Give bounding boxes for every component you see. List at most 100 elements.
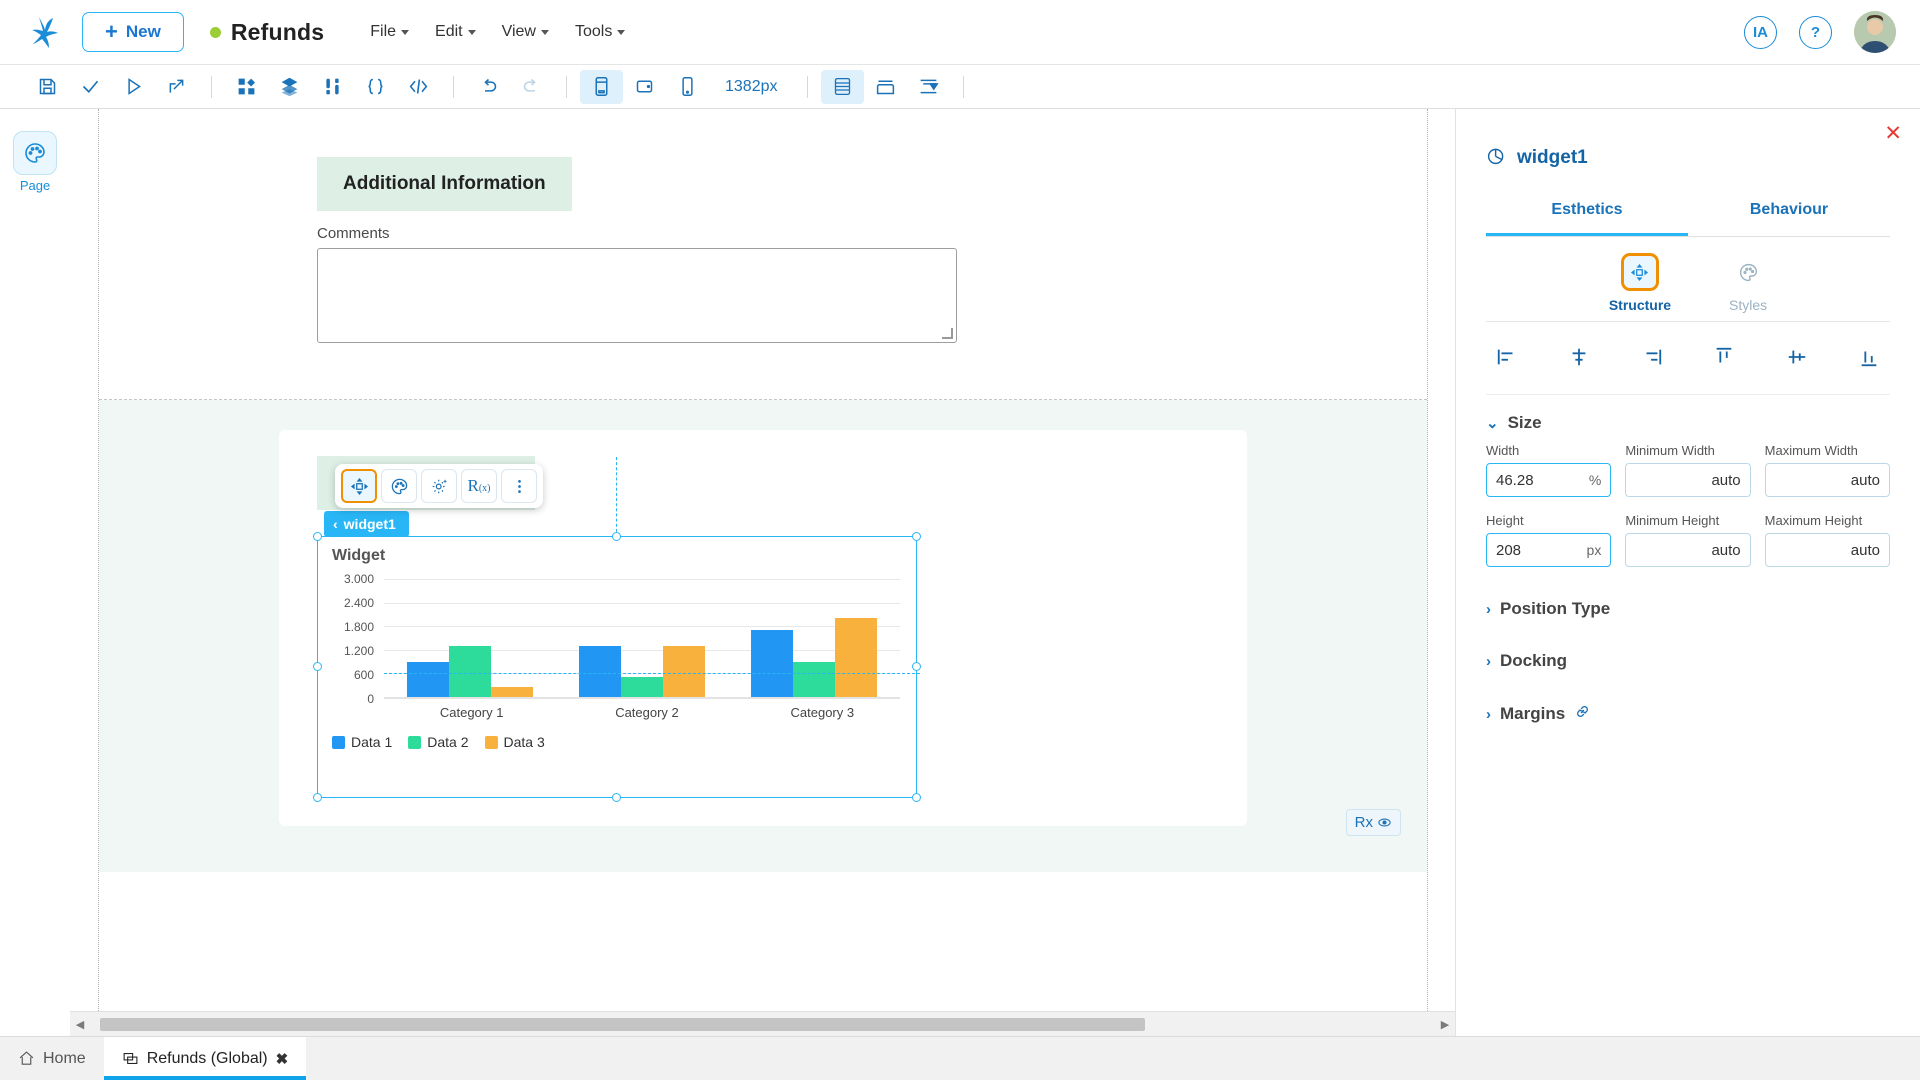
chart-legend-item[interactable]: Data 3 [485, 734, 545, 750]
palette-icon [1729, 253, 1767, 291]
chart-bar-group [728, 579, 900, 697]
resize-handle-top-left[interactable] [313, 532, 322, 541]
scrollbar-track[interactable] [90, 1018, 1435, 1031]
desktop-icon[interactable] [580, 70, 623, 104]
max-width-input[interactable]: auto [1765, 463, 1890, 497]
height-input[interactable]: 208 px [1486, 533, 1611, 567]
chart-y-tick: 1.200 [344, 644, 374, 658]
export-icon[interactable] [155, 70, 198, 104]
align-top-icon[interactable] [1707, 342, 1741, 372]
resize-handle-bottom-right[interactable] [912, 793, 921, 802]
legend-swatch [332, 736, 345, 749]
page-container: Additional Information Comments Spending… [98, 109, 1428, 1011]
chart-bar[interactable] [621, 677, 663, 697]
legend-label: Data 1 [351, 734, 392, 750]
align-right-icon[interactable] [1635, 342, 1669, 372]
chart-bar[interactable] [663, 646, 705, 697]
menu-view[interactable]: View [502, 23, 549, 41]
horizontal-scrollbar[interactable]: ◀ ▶ [70, 1011, 1455, 1036]
widget-selection-box[interactable]: ‹ widget1 [317, 536, 917, 798]
structure-icon[interactable] [341, 469, 377, 503]
resize-handle-middle-left[interactable] [313, 662, 322, 671]
code-icon[interactable] [397, 70, 440, 104]
chart-legend-item[interactable]: Data 2 [408, 734, 468, 750]
application-window: + New Refunds File Edit View Tools [0, 0, 1920, 1080]
scroll-right-arrow[interactable]: ▶ [1435, 1018, 1455, 1031]
close-icon[interactable]: ✖ [276, 1050, 289, 1068]
mode-structure[interactable]: Structure [1609, 253, 1671, 313]
align-left-icon[interactable] [1490, 342, 1524, 372]
widget-name-chip[interactable]: ‹ widget1 [324, 511, 409, 537]
new-button[interactable]: + New [82, 12, 184, 52]
sidebar-item-page-label: Page [20, 178, 50, 193]
accordion-docking[interactable]: › Docking [1486, 635, 1890, 687]
components-icon[interactable] [225, 70, 268, 104]
chart-bar[interactable] [491, 687, 533, 697]
comments-textarea[interactable] [317, 248, 957, 343]
avatar[interactable] [1854, 11, 1896, 53]
rx-badge[interactable]: Rx [1346, 809, 1401, 836]
scrollbar-thumb[interactable] [100, 1018, 1145, 1031]
more-vertical-icon[interactable] [501, 469, 537, 503]
accordion-size[interactable]: ⌄ Size [1486, 395, 1890, 443]
align-middle-vertical-icon[interactable] [1780, 342, 1814, 372]
settings-sparkle-icon[interactable] [421, 469, 457, 503]
rx-formula-icon[interactable]: R(x) [461, 469, 497, 503]
accordion-margins[interactable]: › Margins [1486, 687, 1890, 741]
quasar-logo-icon[interactable] [24, 10, 68, 54]
chart-bar-groups [384, 579, 900, 697]
align-bottom-icon[interactable] [1852, 342, 1886, 372]
chart-bar[interactable] [407, 662, 449, 697]
scroll-left-arrow[interactable]: ◀ [70, 1018, 90, 1031]
help-button[interactable]: ? [1799, 16, 1832, 49]
chart-bar[interactable] [835, 618, 877, 697]
menu-edit[interactable]: Edit [435, 23, 476, 41]
bottom-tab-home[interactable]: Home [0, 1037, 104, 1080]
chart-bar[interactable] [449, 646, 491, 697]
chart-bar[interactable] [751, 630, 793, 697]
tab-esthetics[interactable]: Esthetics [1486, 187, 1688, 236]
chart-bar[interactable] [793, 662, 835, 697]
align-center-horizontal-icon[interactable] [1562, 342, 1596, 372]
collapse-icon[interactable] [907, 70, 950, 104]
chart-bar[interactable] [579, 646, 621, 697]
mobile-icon[interactable] [666, 70, 709, 104]
chart-bar-group [384, 579, 556, 697]
bottom-tab-home-label: Home [43, 1050, 86, 1068]
redo-icon[interactable] [510, 70, 553, 104]
resize-handle-bottom-left[interactable] [313, 793, 322, 802]
menu-file[interactable]: File [370, 23, 409, 41]
resize-handle-middle-right[interactable] [912, 662, 921, 671]
sidebar-item-page[interactable]: Page [13, 131, 57, 193]
resize-handle-top-center[interactable] [612, 532, 621, 541]
braces-icon[interactable] [354, 70, 397, 104]
width-input[interactable]: 46.28 % [1486, 463, 1611, 497]
container-icon[interactable] [864, 70, 907, 104]
bottom-tab-refunds[interactable]: Refunds (Global) ✖ [104, 1037, 307, 1080]
close-icon[interactable]: ✕ [1884, 123, 1902, 144]
styles-palette-icon[interactable] [381, 469, 417, 503]
link-chain-icon[interactable] [1574, 703, 1591, 725]
menu-tools-label: Tools [575, 23, 612, 41]
check-icon[interactable] [69, 70, 112, 104]
menu-tools[interactable]: Tools [575, 23, 625, 41]
layers-icon[interactable] [268, 70, 311, 104]
min-height-input[interactable]: auto [1625, 533, 1750, 567]
save-icon[interactable] [26, 70, 69, 104]
chart-legend-item[interactable]: Data 1 [332, 734, 392, 750]
zoom-level[interactable]: 1382px [709, 78, 794, 96]
min-width-input[interactable]: auto [1625, 463, 1750, 497]
undo-icon[interactable] [467, 70, 510, 104]
data-icon[interactable] [311, 70, 354, 104]
play-icon[interactable] [112, 70, 155, 104]
ia-assistant-button[interactable]: IA [1744, 16, 1777, 49]
mode-styles[interactable]: Styles [1729, 253, 1767, 313]
max-height-input[interactable]: auto [1765, 533, 1890, 567]
resize-handle-bottom-center[interactable] [612, 793, 621, 802]
tablet-icon[interactable] [623, 70, 666, 104]
tab-behaviour[interactable]: Behaviour [1688, 187, 1890, 236]
accordion-position-type[interactable]: › Position Type [1486, 583, 1890, 635]
layout-icon[interactable] [821, 70, 864, 104]
accordion-docking-label: Docking [1500, 651, 1567, 671]
resize-handle-top-right[interactable] [912, 532, 921, 541]
